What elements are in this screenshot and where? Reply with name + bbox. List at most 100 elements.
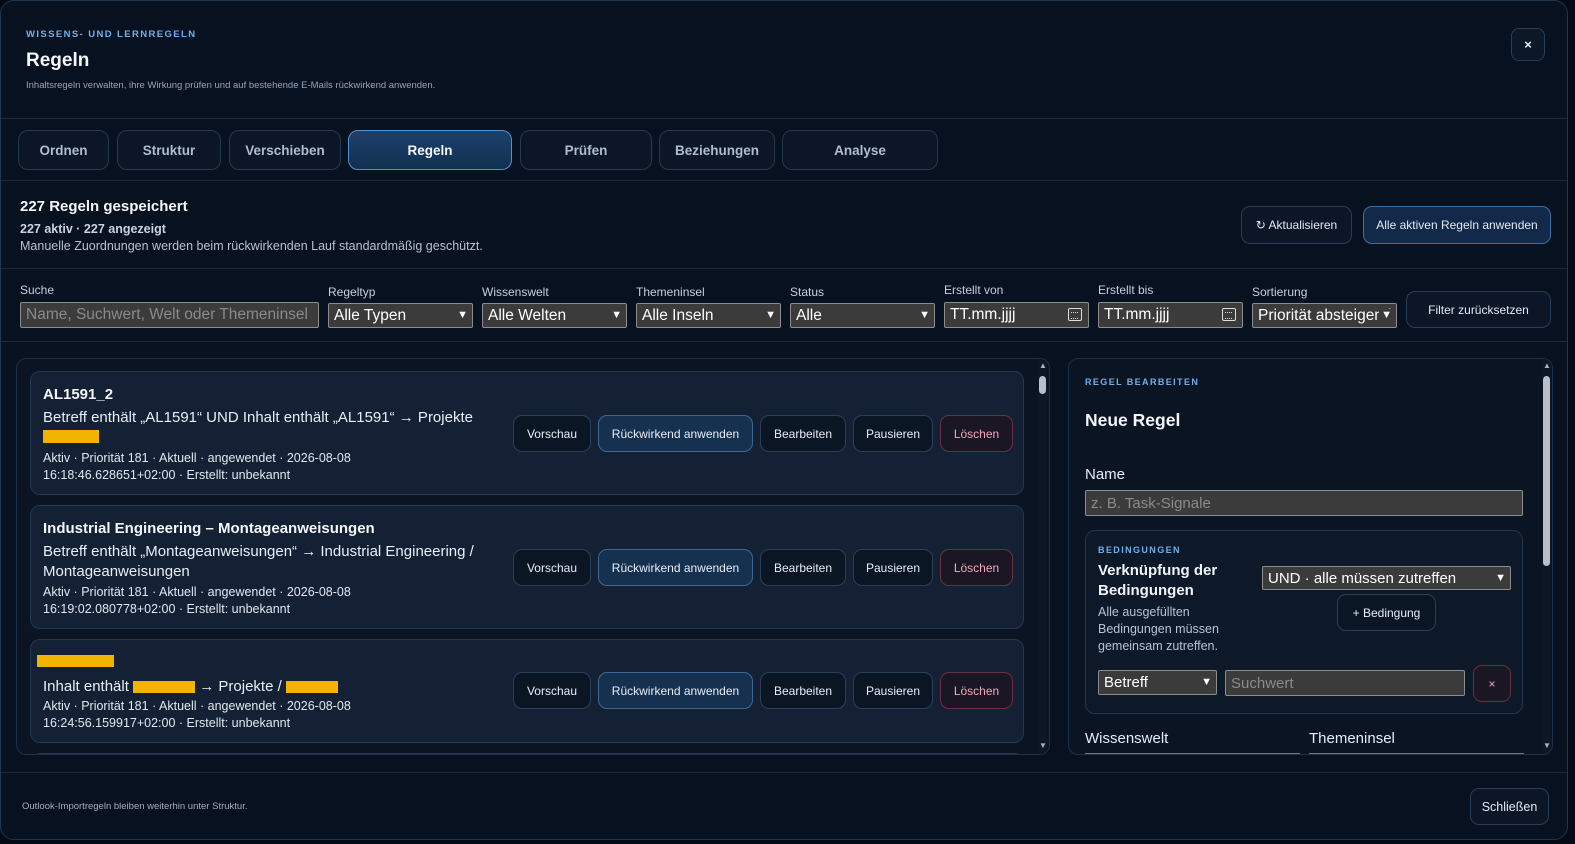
edit-button[interactable]: Bearbeiten [760, 415, 846, 452]
calendar-icon[interactable] [1222, 308, 1236, 321]
delete-button[interactable]: Löschen [940, 549, 1013, 586]
chevron-down-icon: ▼ [765, 309, 776, 321]
scroll-thumb[interactable] [1039, 376, 1046, 394]
conditions-box: BEDINGUNGEN Verknüpfung der Bedingungen … [1085, 530, 1523, 714]
condition-field-select[interactable]: Betreff ▼ [1098, 670, 1217, 695]
sort-value: Priorität absteigend [1258, 306, 1392, 324]
pause-button[interactable]: Pausieren [853, 549, 933, 586]
rule-title: Industrial Engineering – Montageanweisun… [43, 520, 375, 537]
rule-card [30, 753, 1024, 754]
island-label: Themeninsel [636, 285, 705, 299]
divider [1, 341, 1567, 342]
chevron-down-icon: ▼ [1379, 309, 1392, 321]
condition-value-input[interactable]: Suchwert [1225, 670, 1465, 696]
rule-title: AL1591_2 [43, 386, 114, 403]
divider [1, 180, 1567, 181]
type-select[interactable]: Alle Typen ▼ [328, 303, 473, 328]
preview-button[interactable]: Vorschau [513, 549, 591, 586]
chevron-down-icon: ▼ [1201, 676, 1212, 688]
rules-list: AL1591_2 Betreff enthält „AL1591“ UND In… [16, 358, 1050, 755]
chevron-down-icon: ▼ [457, 309, 468, 321]
header-eyebrow: WISSENS- UND LERNREGELN [26, 29, 197, 40]
edit-button[interactable]: Bearbeiten [760, 549, 846, 586]
delete-button[interactable]: Löschen [940, 415, 1013, 452]
conditions-hint: Alle ausgefüllten Bedingungen müssen gem… [1098, 605, 1219, 653]
chevron-down-icon: ▼ [611, 309, 622, 321]
created-from-input[interactable]: TT.mm.jjjj [944, 302, 1089, 328]
divider [1, 772, 1567, 773]
retro-apply-button[interactable]: Rückwirkend anwenden [598, 672, 753, 709]
world-field-select[interactable] [1085, 753, 1300, 754]
close-button[interactable]: Schließen [1470, 788, 1549, 825]
rule-meta: Aktiv · Priorität 181 · Aktuell · angewe… [43, 451, 351, 482]
apply-all-rules-button[interactable]: Alle aktiven Regeln anwenden [1363, 206, 1551, 244]
pause-button[interactable]: Pausieren [853, 672, 933, 709]
created-from-label: Erstellt von [944, 283, 1004, 297]
conditions-eyebrow: BEDINGUNGEN [1098, 545, 1181, 555]
refresh-button[interactable]: ↻ Aktualisieren [1241, 206, 1352, 244]
rule-desc-mid: → Projekte / [199, 678, 282, 695]
search-label: Suche [20, 283, 55, 297]
island-field-label: Themeninsel [1309, 730, 1395, 747]
preview-button[interactable]: Vorschau [513, 672, 591, 709]
scroll-down-icon[interactable]: ▼ [1543, 741, 1551, 750]
add-condition-button[interactable]: + Bedingung [1337, 594, 1436, 631]
reset-filters-button[interactable]: Filter zurücksetzen [1406, 291, 1551, 328]
chevron-down-icon: ▼ [919, 309, 930, 321]
pause-button[interactable]: Pausieren [853, 415, 933, 452]
retro-apply-button[interactable]: Rückwirkend anwenden [598, 415, 753, 452]
calendar-icon[interactable] [1068, 308, 1082, 321]
redaction [43, 430, 99, 443]
name-label: Name [1085, 466, 1126, 483]
preview-button[interactable]: Vorschau [513, 415, 591, 452]
edit-button[interactable]: Bearbeiten [760, 672, 846, 709]
redaction [133, 681, 196, 694]
page-title: Regeln [26, 50, 90, 71]
rule-description: Betreff enthält „AL1591“ UND Inhalt enth… [43, 409, 473, 426]
tab-analyse[interactable]: Analyse [782, 130, 938, 170]
island-value: Alle Inseln [642, 306, 714, 324]
retro-apply-button[interactable]: Rückwirkend anwenden [598, 549, 753, 586]
scroll-thumb[interactable] [1543, 376, 1550, 566]
join-select[interactable]: UND · alle müssen zutreffen ▼ [1262, 566, 1511, 590]
status-select[interactable]: Alle ▼ [790, 303, 935, 328]
rule-description: Betreff enthält „Montageanweisungen“ → I… [43, 543, 474, 580]
world-select[interactable]: Alle Welten ▼ [482, 303, 627, 328]
tab-struktur[interactable]: Struktur [117, 130, 221, 170]
sort-select[interactable]: Priorität absteigend ▼ [1252, 303, 1397, 328]
rule-name-input[interactable]: z. B. Task-Signale [1085, 490, 1523, 516]
scroll-up-icon[interactable]: ▲ [1543, 361, 1551, 370]
redaction [285, 681, 338, 694]
rule-desc-prefix: Inhalt enthält [43, 678, 129, 695]
tab-ordnen[interactable]: Ordnen [18, 130, 109, 170]
list-scrollbar[interactable]: ▲ ▼ [1038, 359, 1047, 754]
rule-meta: Aktiv · Priorität 181 · Aktuell · angewe… [43, 585, 351, 616]
rules-count-detail: 227 aktiv · 227 angezeigt [20, 222, 166, 236]
join-value: UND · alle müssen zutreffen [1268, 569, 1457, 587]
delete-button[interactable]: Löschen [940, 672, 1013, 709]
created-to-value: TT.mm.jjjj [1104, 306, 1170, 323]
tab-verschieben[interactable]: Verschieben [229, 130, 341, 170]
island-select[interactable]: Alle Inseln ▼ [636, 303, 781, 328]
created-to-label: Erstellt bis [1098, 283, 1154, 297]
world-label: Wissenswelt [482, 285, 549, 299]
condition-field-value: Betreff [1104, 674, 1148, 691]
scroll-up-icon[interactable]: ▲ [1039, 361, 1047, 370]
tab-regeln[interactable]: Regeln [348, 130, 512, 170]
page-subtitle: Inhaltsregeln verwalten, ihre Wirkung pr… [26, 80, 436, 91]
type-label: Regeltyp [328, 285, 376, 299]
scroll-down-icon[interactable]: ▼ [1039, 741, 1047, 750]
island-field-select[interactable] [1309, 753, 1524, 754]
search-input[interactable]: Name, Suchwert, Welt oder Themeninsel [20, 302, 319, 328]
close-icon[interactable]: × [1511, 28, 1545, 61]
world-field-label: Wissenswelt [1085, 730, 1169, 747]
conditions-heading: Verknüpfung der Bedingungen [1098, 562, 1218, 599]
tab-beziehungen[interactable]: Beziehungen [659, 130, 775, 170]
editor-scrollbar[interactable]: ▲ ▼ [1542, 359, 1551, 754]
rule-card: Industrial Engineering – Montageanweisun… [30, 505, 1024, 629]
remove-condition-button[interactable]: × [1473, 665, 1511, 702]
redaction [37, 655, 114, 667]
created-to-input[interactable]: TT.mm.jjjj [1098, 302, 1243, 328]
rules-note: Manuelle Zuordnungen werden beim rückwir… [20, 239, 483, 253]
tab-pruefen[interactable]: Prüfen [520, 130, 652, 170]
